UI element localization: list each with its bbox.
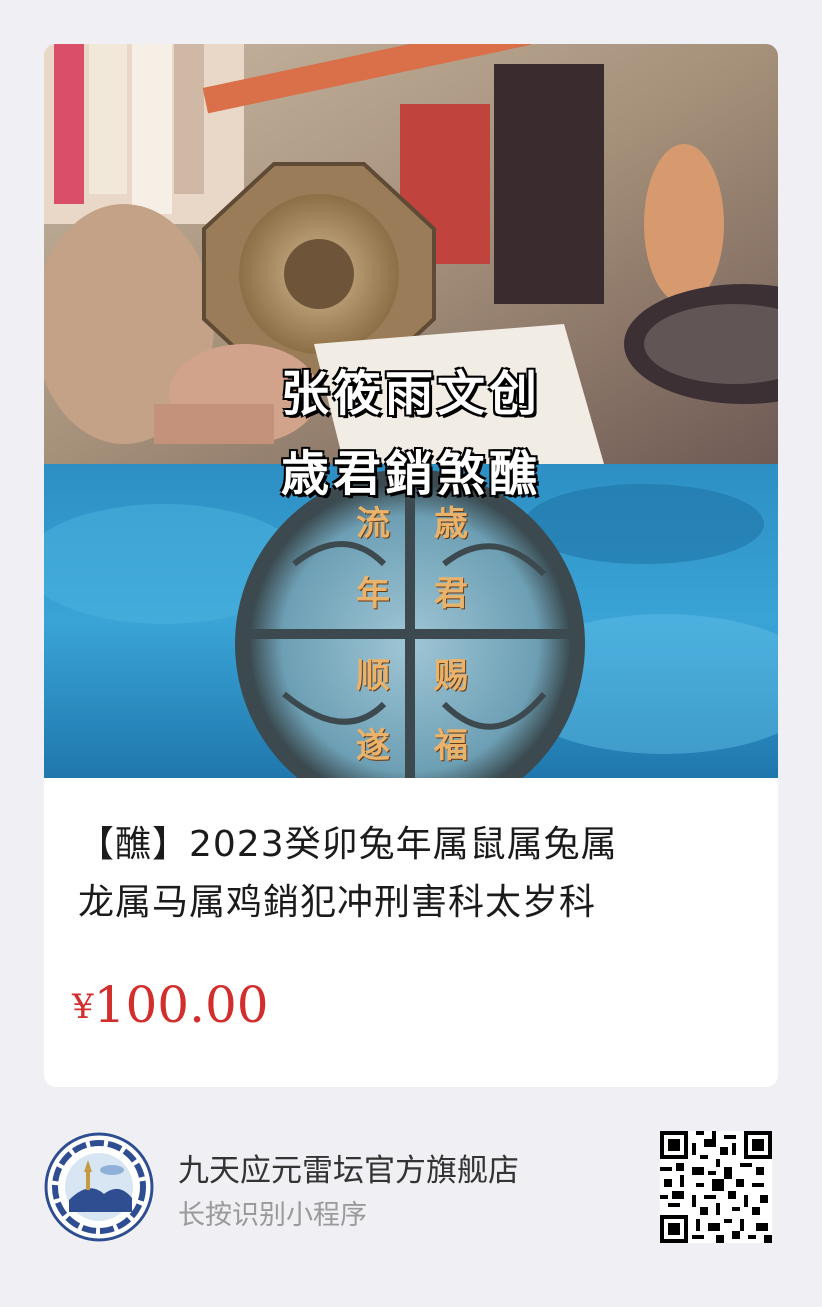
coin-char: 流 (356, 504, 390, 544)
coin-char: 歳 (434, 504, 468, 544)
shop-name[interactable]: 九天应元雷坛官方旗舰店 (178, 1145, 519, 1190)
shop-logo[interactable] (44, 1132, 154, 1242)
share-footer: 九天应元雷坛官方旗舰店 长按识别小程序 (0, 1087, 822, 1307)
product-title-line2: 龙属马属鸡銷犯冲刑害科太岁科 (78, 882, 597, 923)
qr-code[interactable] (660, 1131, 772, 1243)
coin-char: 福 (434, 726, 468, 766)
price-value: 100.00 (93, 976, 269, 1034)
currency-symbol: ¥ (72, 987, 94, 1027)
product-title-line1: 【醮】2023癸卯兔年属鼠属兔属 (78, 824, 618, 865)
qr-code-icon (660, 1131, 772, 1243)
coin-char: 年 (356, 574, 390, 614)
product-title[interactable]: 【醮】2023癸卯兔年属鼠属兔属 龙属马属鸡銷犯冲刑害科太岁科 (78, 816, 748, 932)
long-press-hint: 长按识别小程序 (178, 1200, 367, 1231)
image-overlay-line2: 歳君銷煞醮 (280, 446, 541, 502)
coin-char: 赐 (434, 656, 468, 696)
coin-char: 君 (434, 574, 468, 614)
coin-char: 顺 (356, 656, 390, 696)
product-price: ¥100.00 (72, 976, 269, 1034)
shop-logo-icon (44, 1132, 154, 1242)
image-overlay-line1: 张筱雨文创 (280, 366, 541, 422)
product-card[interactable]: 张筱雨文创 歳君銷煞醮 流 年 顺 遂 歳 君 赐 福 【醮】2023癸卯兔年属… (44, 44, 778, 1087)
product-image[interactable]: 张筱雨文创 歳君銷煞醮 流 年 顺 遂 歳 君 赐 福 (44, 44, 778, 778)
coin-char: 遂 (356, 726, 390, 766)
